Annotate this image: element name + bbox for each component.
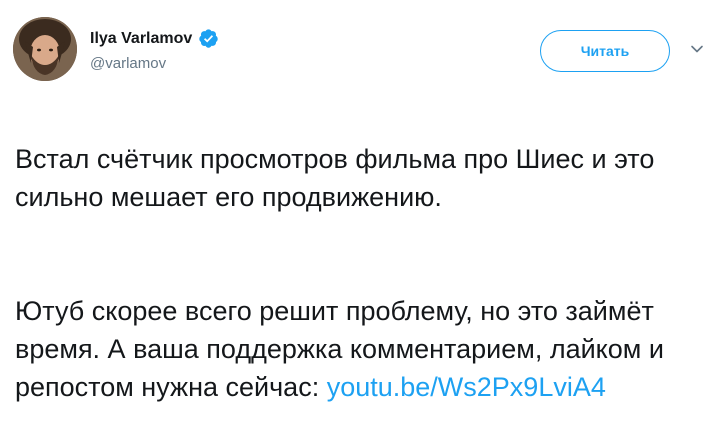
- tweet-link[interactable]: youtu.be/Ws2Px9LviA4: [327, 372, 606, 402]
- avatar-image: [13, 17, 77, 81]
- tweet-paragraph-2: Ютуб скорее всего решит проблему, но это…: [15, 292, 715, 406]
- author-screen-name[interactable]: @varlamov: [90, 55, 166, 72]
- tweet-card: Ilya Varlamov @varlamov Читать Встал счё…: [0, 0, 726, 427]
- avatar[interactable]: [13, 17, 77, 81]
- author-display-name[interactable]: Ilya Varlamov: [90, 30, 192, 48]
- verified-badge-icon: [198, 28, 219, 49]
- tweet-paragraph-1: Встал счётчик просмотров фильма про Шиес…: [15, 144, 655, 212]
- tweet-text: Встал счётчик просмотров фильма про Шиес…: [15, 102, 715, 427]
- author-name-row: Ilya Varlamov: [90, 28, 219, 49]
- chevron-down-icon[interactable]: [690, 42, 704, 56]
- follow-button[interactable]: Читать: [540, 30, 670, 72]
